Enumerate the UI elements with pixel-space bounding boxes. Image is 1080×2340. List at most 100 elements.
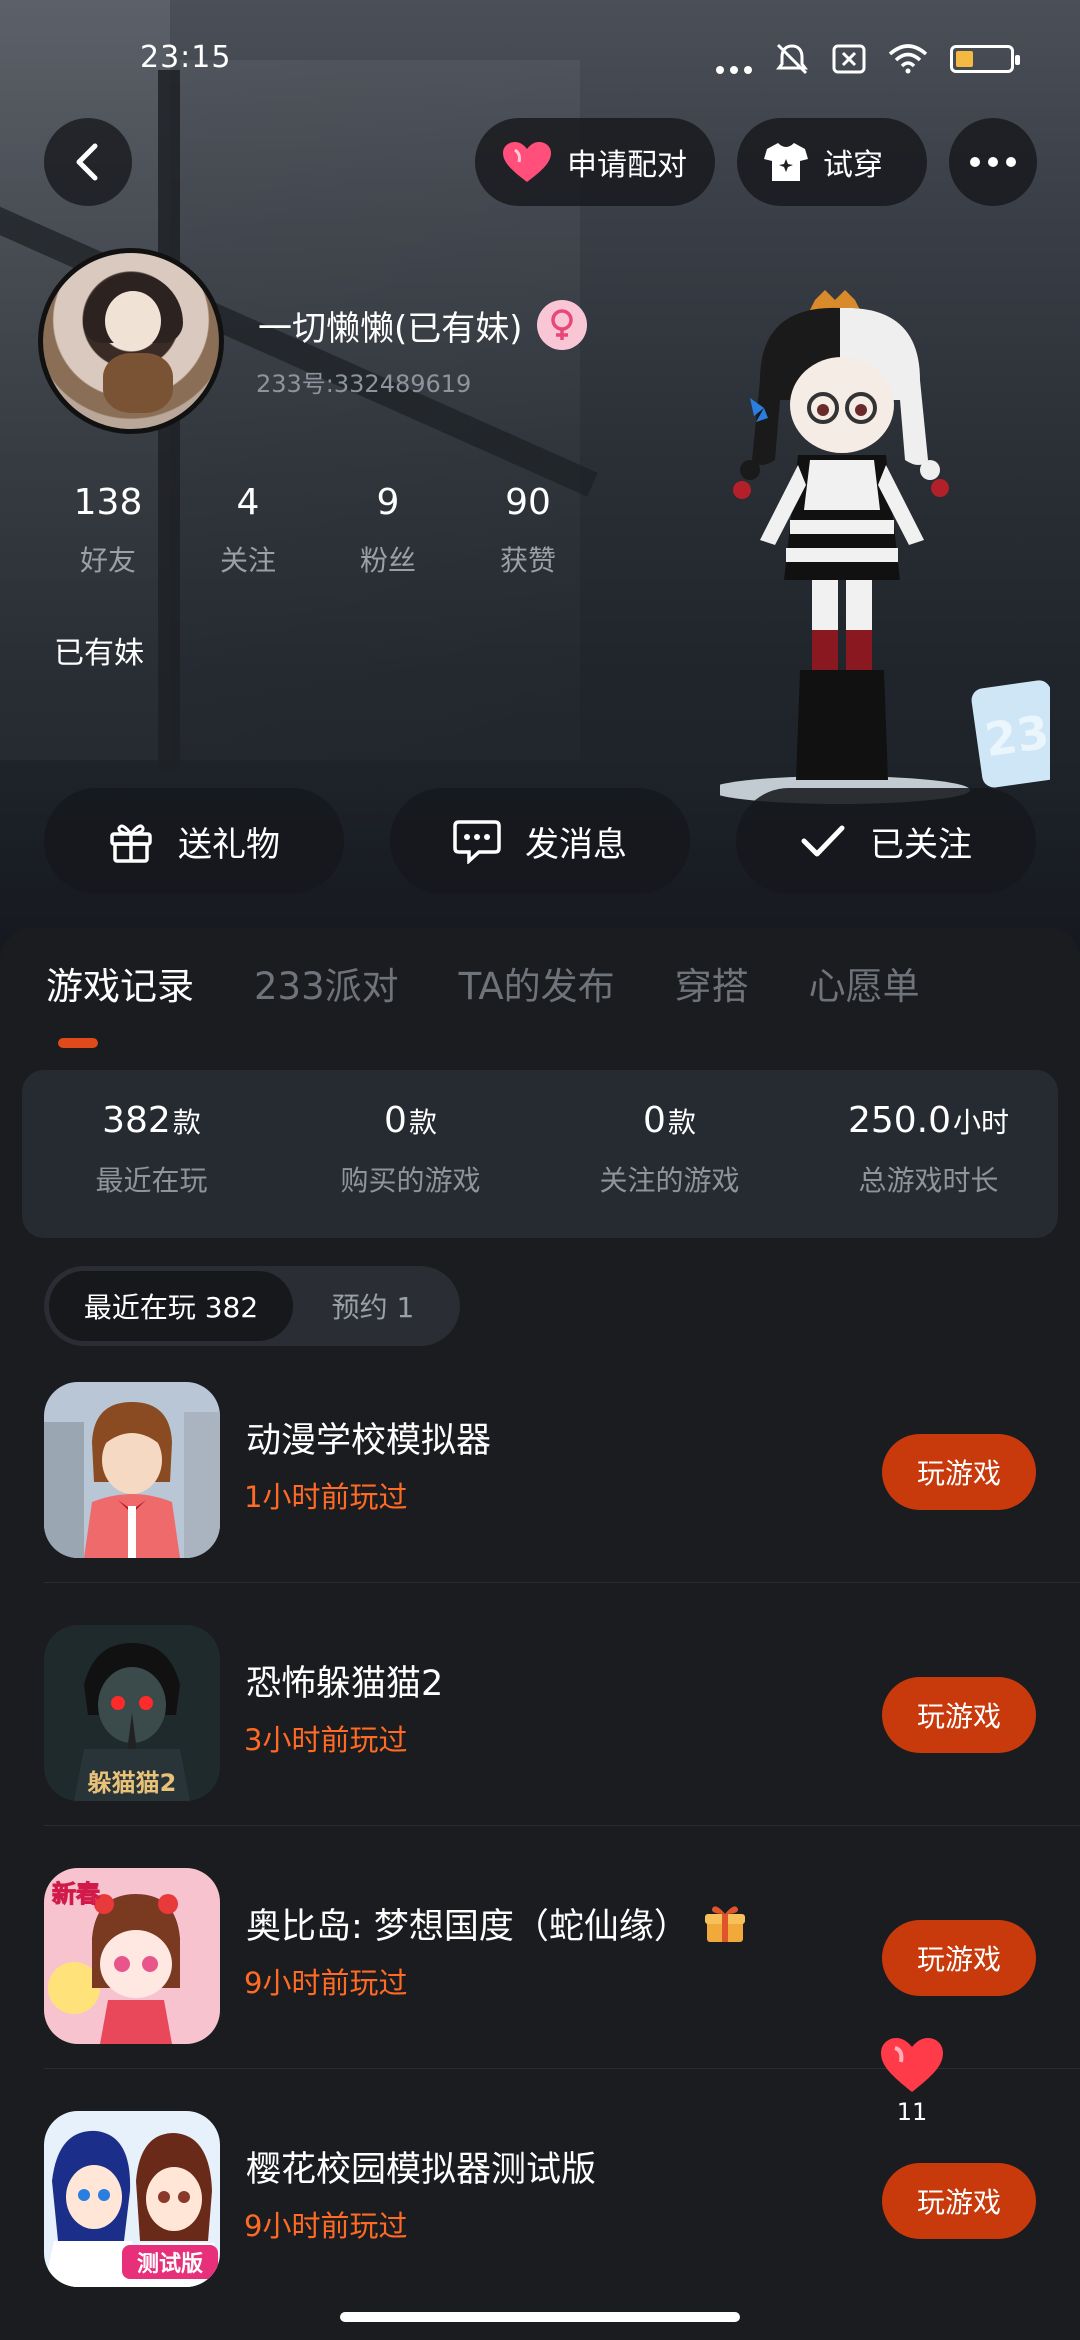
list-item[interactable]: 动漫学校模拟器 1小时前玩过 玩游戏 [0, 1340, 1080, 1583]
home-indicator[interactable] [340, 2312, 740, 2322]
stat-value: 138 [73, 482, 143, 523]
stat-value: 9 [376, 482, 400, 523]
status-icons [716, 42, 1020, 76]
profile-bio: 已有妹 [54, 636, 144, 671]
game-title: 动漫学校模拟器 [246, 1412, 491, 1463]
game-last-played: 1小时前玩过 [244, 1480, 408, 1514]
summary-followed[interactable]: 0款 关注的游戏 [540, 1070, 799, 1238]
summary-purchased[interactable]: 0款 购买的游戏 [281, 1070, 540, 1238]
tab-posts[interactable]: TA的发布 [459, 956, 615, 1010]
floating-like-button[interactable]: 11 [872, 2036, 952, 2126]
profile-tabs: 游戏记录 233派对 TA的发布 穿搭 心愿单 [46, 956, 980, 1010]
send-message-button[interactable]: 发消息 [390, 788, 690, 894]
summary-unit: 小时 [953, 1106, 1010, 1139]
summary-total-time[interactable]: 250.0小时 总游戏时长 [799, 1070, 1058, 1238]
summary-label: 关注的游戏 [599, 1164, 740, 1197]
summary-unit: 款 [172, 1106, 201, 1139]
summary-value: 0 [384, 1100, 407, 1141]
status-time: 23:15 [140, 40, 232, 75]
more-notifications-icon [716, 44, 752, 74]
chevron-left-icon [76, 143, 98, 181]
play-game-button[interactable]: 玩游戏 [882, 2163, 1036, 2239]
game-title-text: 恐怖躲猫猫2 [246, 1664, 444, 1704]
summary-unit: 款 [408, 1106, 437, 1139]
stat-likes[interactable]: 90 获赞 [458, 482, 598, 579]
game-title: 樱花校园模拟器测试版 [246, 2141, 596, 2192]
summary-label: 总游戏时长 [858, 1164, 999, 1197]
game-title-text: 樱花校园模拟器测试版 [246, 2150, 597, 2190]
stat-label: 好友 [79, 544, 136, 577]
summary-recent[interactable]: 382款 最近在玩 [22, 1070, 281, 1238]
game-icon[interactable]: 躲猫猫2 [44, 1625, 220, 1801]
mute-icon [776, 43, 808, 75]
nickname: 一切懒懒(已有妹) [258, 300, 587, 350]
game-title-text: 奥比岛: 梦想国度（蛇仙缘） [246, 1907, 689, 1947]
avatar-character[interactable]: 233 [720, 290, 1050, 810]
game-icon-text: 新春 [52, 1880, 100, 1908]
summary-label: 最近在玩 [95, 1164, 208, 1197]
game-title: 恐怖躲猫猫2 [246, 1655, 443, 1706]
game-last-played: 9小时前玩过 [244, 2209, 408, 2243]
game-last-played: 9小时前玩过 [244, 1966, 408, 2000]
message-icon [453, 820, 501, 864]
play-game-button[interactable]: 玩游戏 [882, 1920, 1036, 1996]
more-options-button[interactable] [949, 118, 1037, 206]
game-filter-segment: 最近在玩 382 预约 1 [44, 1266, 460, 1346]
stat-fans[interactable]: 9 粉丝 [318, 482, 458, 579]
request-match-button[interactable]: 申请配对 [475, 118, 715, 206]
stat-label: 关注 [219, 544, 276, 577]
game-icon[interactable]: 新春 [44, 1868, 220, 2044]
following-label: 已关注 [870, 824, 972, 865]
game-icon-text: 躲猫猫2 [88, 1769, 177, 1797]
game-icon[interactable] [44, 1382, 220, 1558]
tab-233-party[interactable]: 233派对 [254, 956, 399, 1010]
game-icon[interactable]: 测试版 [44, 2111, 220, 2287]
tab-wishlist[interactable]: 心愿单 [809, 956, 920, 1010]
female-icon [536, 300, 587, 350]
request-match-label: 申请配对 [567, 148, 687, 183]
stat-label: 粉丝 [359, 544, 416, 577]
summary-label: 购买的游戏 [340, 1164, 481, 1197]
check-icon [801, 825, 845, 857]
try-on-button[interactable]: 试穿 [737, 118, 927, 206]
avatar[interactable] [38, 248, 224, 434]
stat-friends[interactable]: 138 好友 [38, 482, 178, 579]
summary-value: 0 [643, 1100, 666, 1141]
segment-recent[interactable]: 最近在玩 382 [49, 1271, 293, 1341]
game-summary: 382款 最近在玩 0款 购买的游戏 0款 关注的游戏 250.0小时 总游戏时… [22, 1070, 1058, 1238]
user-id: 233号:332489619 [256, 370, 472, 398]
heart-icon [503, 142, 551, 182]
stat-label: 获赞 [499, 544, 556, 577]
tab-indicator [58, 1038, 98, 1048]
game-title-text: 动漫学校模拟器 [246, 1421, 492, 1461]
play-game-button[interactable]: 玩游戏 [882, 1677, 1036, 1753]
stat-value: 4 [236, 482, 260, 523]
shirt-icon [764, 143, 808, 181]
following-button[interactable]: 已关注 [736, 788, 1036, 894]
nickname-text: 一切懒懒(已有妹) [258, 308, 523, 349]
send-gift-label: 送礼物 [178, 824, 280, 865]
summary-unit: 款 [667, 1106, 696, 1139]
summary-value: 250.0 [847, 1100, 952, 1141]
back-button[interactable] [44, 118, 132, 206]
summary-value: 382 [102, 1100, 171, 1141]
send-gift-button[interactable]: 送礼物 [44, 788, 344, 894]
profile-stats: 138 好友 4 关注 9 粉丝 90 获赞 [38, 482, 598, 579]
stat-following[interactable]: 4 关注 [178, 482, 318, 579]
game-icon-text: 测试版 [137, 2252, 203, 2277]
tab-outfits[interactable]: 穿搭 [675, 956, 749, 1010]
send-message-label: 发消息 [525, 824, 627, 865]
try-on-label: 试穿 [823, 148, 883, 183]
gift-badge-icon [704, 1905, 745, 1942]
stat-value: 90 [505, 482, 551, 523]
tab-game-records[interactable]: 游戏记录 [46, 956, 194, 1010]
status-bar: 23:15 [0, 0, 1080, 120]
list-item[interactable]: 新春 奥比岛: 梦想国度（蛇仙缘） 9小时前玩过 玩游戏 [0, 1826, 1080, 2069]
game-last-played: 3小时前玩过 [244, 1723, 408, 1757]
segment-reserve[interactable]: 预约 1 [293, 1271, 453, 1341]
game-title: 奥比岛: 梦想国度（蛇仙缘） [246, 1898, 747, 1949]
wifi-icon [888, 44, 928, 74]
list-item[interactable]: 躲猫猫2 恐怖躲猫猫2 3小时前玩过 玩游戏 [0, 1583, 1080, 1826]
heart-icon [881, 2038, 943, 2092]
play-game-button[interactable]: 玩游戏 [882, 1434, 1036, 1510]
